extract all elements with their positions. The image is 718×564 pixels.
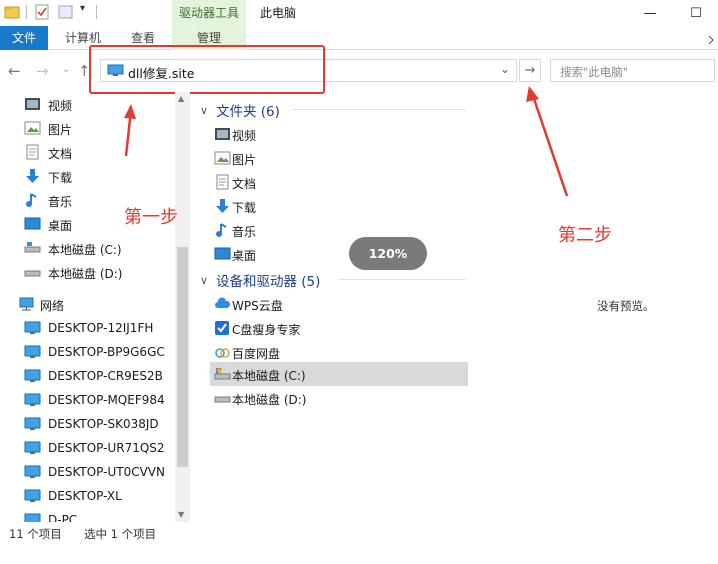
video-icon <box>25 98 40 110</box>
item-count: 11 个项目 <box>9 527 62 541</box>
drive-icon <box>214 396 231 403</box>
back-arrow-icon[interactable]: ← <box>8 62 21 80</box>
music-icon <box>216 223 227 237</box>
address-dropdown-icon[interactable]: ⌄ <box>500 62 510 76</box>
drive-icon <box>24 270 41 277</box>
device-item-baidu-netdisk[interactable]: 百度网盘 <box>210 340 468 364</box>
document-icon <box>216 174 229 190</box>
collapse-chevron-icon[interactable]: ∨ <box>200 274 216 287</box>
computer-icon <box>24 345 41 358</box>
download-icon <box>216 199 229 213</box>
folder-icon[interactable] <box>4 4 20 20</box>
scroll-down-icon[interactable]: ▼ <box>178 510 184 519</box>
computer-icon <box>24 417 41 430</box>
computer-icon <box>24 489 41 502</box>
picture-icon <box>214 151 231 165</box>
network-icon <box>19 297 34 311</box>
step2-label: 第二步 <box>558 225 612 246</box>
nav-item-downloads[interactable]: 下载 <box>0 164 175 188</box>
nav-item-network-pc[interactable]: DESKTOP-UR71QS2 <box>0 436 175 460</box>
nav-item-network-pc[interactable]: DESKTOP-12IJ1FH <box>0 316 175 340</box>
step2-arrow-icon <box>526 86 569 197</box>
collapse-chevron-icon[interactable]: ∨ <box>200 104 216 117</box>
music-icon <box>26 193 37 207</box>
nav-item-network-pc[interactable]: DESKTOP-MQEF984 <box>0 388 175 412</box>
recent-locations-icon[interactable]: ⌄ <box>62 64 70 75</box>
computer-icon <box>24 513 41 522</box>
computer-icon <box>24 369 41 382</box>
nav-item-drive-c[interactable]: 本地磁盘 (C:) <box>0 236 175 260</box>
scrollbar-thumb[interactable] <box>177 247 188 467</box>
nav-item-videos[interactable]: 视频 <box>0 92 175 116</box>
nav-item-network-pc[interactable]: D-PC <box>0 508 175 522</box>
zoom-indicator: 120% <box>349 237 427 270</box>
checkbox-app-icon <box>215 321 229 335</box>
folder-item-videos[interactable]: 视频 <box>210 122 468 146</box>
ribbon-expand-icon[interactable] <box>707 34 715 46</box>
nav-item-network-pc[interactable]: DESKTOP-CR9ES2B <box>0 364 175 388</box>
customize-quick-access-icon[interactable]: ▾ <box>80 3 85 14</box>
folder-item-pictures[interactable]: 图片 <box>210 146 468 170</box>
selection-count: 选中 1 个项目 <box>84 527 157 541</box>
device-item-drive-d[interactable]: 本地磁盘 (D:) <box>210 386 468 410</box>
download-icon <box>26 169 39 183</box>
folder-item-desktop[interactable]: 桌面 <box>210 242 468 266</box>
navigation-pane: 视频 图片 文档 下载 音乐 桌面 本地磁盘 (C:) 本地磁盘 (D:) 网络… <box>0 92 190 522</box>
forward-arrow-icon[interactable]: → <box>36 62 49 80</box>
drive-tools-context-tab[interactable]: 驱动器工具 <box>172 0 246 26</box>
step1-label: 第一步 <box>124 207 178 228</box>
nav-item-drive-d[interactable]: 本地磁盘 (D:) <box>0 260 175 284</box>
nav-item-pictures[interactable]: 图片 <box>0 116 175 140</box>
baidu-netdisk-icon <box>215 348 230 358</box>
window-title: 此电脑 <box>260 6 297 20</box>
document-icon <box>26 144 39 160</box>
system-drive-icon <box>214 368 231 380</box>
nav-item-network-pc[interactable]: DESKTOP-SK038JD <box>0 412 175 436</box>
nav-item-network[interactable]: 网络 <box>0 292 175 316</box>
computer-icon <box>24 441 41 454</box>
folder-item-downloads[interactable]: 下载 <box>210 194 468 218</box>
scroll-up-icon[interactable]: ▲ <box>178 94 184 103</box>
cloud-icon <box>215 297 231 308</box>
drive-icon <box>24 242 41 253</box>
step1-highlight-box <box>89 45 325 94</box>
nav-scrollbar[interactable]: ▲ ▼ <box>175 92 190 522</box>
status-bar: 11 个项目 选中 1 个项目 <box>0 522 718 544</box>
device-item-c-cleaner[interactable]: C盘瘦身专家 <box>210 316 468 340</box>
computer-icon <box>24 465 41 478</box>
nav-item-documents[interactable]: 文档 <box>0 140 175 164</box>
device-item-drive-c[interactable]: 本地磁盘 (C:) <box>210 362 468 386</box>
group-divider <box>292 109 466 110</box>
computer-icon <box>24 321 41 334</box>
nav-item-network-pc[interactable]: DESKTOP-BP9G6GC <box>0 340 175 364</box>
maximize-button[interactable]: ☐ <box>676 0 716 26</box>
group-divider <box>338 279 466 280</box>
new-folder-icon[interactable] <box>58 4 74 20</box>
picture-icon <box>24 121 41 135</box>
desktop-icon <box>214 247 231 260</box>
minimize-button[interactable]: — <box>630 0 670 26</box>
computer-icon <box>24 393 41 406</box>
nav-item-network-pc[interactable]: DESKTOP-XL <box>0 484 175 508</box>
preview-pane-text: 没有预览。 <box>597 299 655 313</box>
title-bar: ▾ 驱动器工具 此电脑 — ☐ <box>0 0 718 26</box>
folder-item-music[interactable]: 音乐 <box>210 218 468 242</box>
search-placeholder[interactable]: 搜索"此电脑" <box>560 64 628 80</box>
folders-group-header[interactable]: ∨ 文件夹 (6) <box>200 100 280 121</box>
go-button[interactable]: → <box>519 59 541 82</box>
nav-item-network-pc[interactable]: DESKTOP-UT0CVVN <box>0 460 175 484</box>
folder-item-documents[interactable]: 文档 <box>210 170 468 194</box>
video-icon <box>215 128 230 140</box>
search-box[interactable]: 搜索"此电脑" <box>550 59 715 82</box>
properties-icon[interactable] <box>34 4 50 20</box>
devices-group-header[interactable]: ∨ 设备和驱动器 (5) <box>200 270 320 291</box>
tab-file[interactable]: 文件 <box>0 26 48 50</box>
device-item-wps-cloud[interactable]: WPS云盘 <box>210 292 468 316</box>
desktop-icon <box>24 217 41 230</box>
